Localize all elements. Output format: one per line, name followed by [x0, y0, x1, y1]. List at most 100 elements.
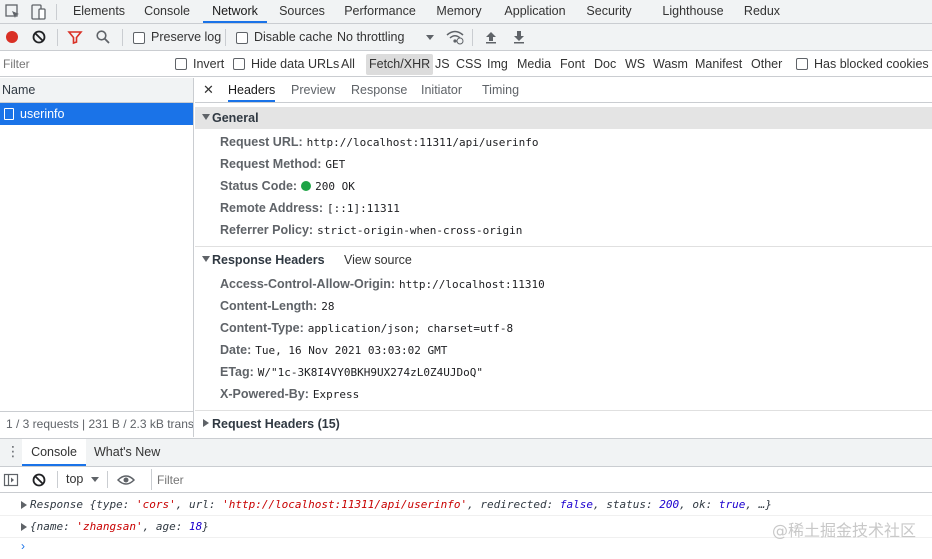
request-headers-title: Request Headers (15) — [212, 417, 340, 431]
general-row-request-url: Request URL: http://localhost:11311/api/u… — [220, 131, 538, 153]
tab-security[interactable]: Security — [581, 0, 637, 23]
type-filter-img[interactable]: Img — [484, 54, 511, 75]
header-key: Request Method: — [220, 157, 322, 171]
expand-triangle-icon[interactable] — [21, 501, 27, 509]
type-filter-doc[interactable]: Doc — [591, 54, 619, 75]
console-filter-input[interactable] — [151, 469, 932, 490]
context-selector[interactable]: top — [66, 472, 83, 486]
type-filter-ws[interactable]: WS — [622, 54, 648, 75]
filter-icon[interactable] — [67, 29, 83, 45]
console-object: Response {type: 'cors', url: 'http://loc… — [30, 494, 772, 516]
inspect-element-icon[interactable] — [4, 3, 22, 21]
import-har-icon[interactable] — [483, 29, 499, 45]
hide-data-urls-checkbox[interactable] — [233, 58, 245, 70]
response-header-row: X-Powered-By: Express — [220, 383, 359, 405]
tab-preview[interactable]: Preview — [291, 78, 335, 102]
tab-lighthouse[interactable]: Lighthouse — [655, 0, 731, 23]
type-filter-font[interactable]: Font — [557, 54, 588, 75]
devtools-tabbar: Elements Console Network Sources Perform… — [0, 0, 932, 24]
view-source-link[interactable]: View source — [344, 249, 412, 271]
tab-application[interactable]: Application — [497, 0, 573, 23]
details-tabbar: ✕ Headers Preview Response Initiator Tim… — [195, 78, 932, 103]
clear-console-icon[interactable] — [31, 472, 47, 491]
preserve-log-checkbox[interactable] — [133, 32, 145, 44]
network-conditions-icon[interactable] — [446, 29, 464, 45]
clear-icon[interactable] — [31, 29, 47, 45]
console-prompt-icon[interactable]: › — [21, 539, 25, 553]
type-filter-fetch-xhr[interactable]: Fetch/XHR — [366, 54, 434, 75]
console-object-body: {type: 'cors', url: 'http://localhost:11… — [89, 498, 772, 511]
response-headers-section-header[interactable]: Response Headers View source — [195, 249, 932, 271]
export-har-icon[interactable] — [511, 29, 527, 45]
filter-input[interactable] — [0, 53, 162, 75]
general-section-header[interactable]: General — [195, 107, 932, 129]
header-key: Request URL: — [220, 135, 303, 149]
expand-triangle-icon — [202, 256, 210, 262]
has-blocked-cookies-checkbox[interactable] — [796, 58, 808, 70]
tab-sources[interactable]: Sources — [274, 0, 330, 23]
status-ok-icon — [301, 181, 312, 191]
throttling-select[interactable]: No throttling — [337, 30, 404, 44]
tab-console[interactable]: Console — [137, 0, 197, 23]
tab-memory[interactable]: Memory — [430, 0, 488, 23]
header-key: Referrer Policy: — [220, 223, 314, 237]
console-log-line[interactable]: Response {type: 'cors', url: 'http://loc… — [0, 494, 932, 516]
console-object: {name: 'zhangsan', age: 18} — [30, 516, 209, 538]
header-key: Content-Type: — [220, 321, 304, 335]
tab-network[interactable]: Network — [203, 0, 267, 23]
response-header-row: Content-Type: application/json; charset=u… — [220, 317, 513, 339]
header-key: ETag: — [220, 365, 254, 379]
drawer-menu-icon[interactable]: ⋮ — [6, 444, 20, 458]
type-filter-manifest[interactable]: Manifest — [692, 54, 745, 75]
hide-data-urls-label: Hide data URLs — [251, 57, 340, 71]
header-value: W/"1c-3K8I4VY0BKH9UX274zL0Z4UJDoQ" — [257, 366, 483, 379]
watermark: @稀土掘金技术社区 — [771, 521, 916, 540]
sidebar-toggle-icon[interactable] — [3, 472, 19, 491]
request-headers-section-header[interactable]: Request Headers (15) — [195, 413, 932, 435]
expand-triangle-icon[interactable] — [21, 523, 27, 531]
tab-response[interactable]: Response — [351, 78, 407, 102]
chevron-down-icon[interactable] — [89, 472, 101, 489]
tab-headers[interactable]: Headers — [228, 78, 276, 102]
general-row-referrer-policy: Referrer Policy: strict-origin-when-cross… — [220, 219, 522, 241]
has-blocked-cookies-label: Has blocked cookies — [814, 57, 929, 71]
name-column-header[interactable]: Name — [0, 78, 193, 103]
console-object-type: Response — [30, 498, 90, 511]
header-key: Content-Length: — [220, 299, 318, 313]
context-label: top — [66, 472, 84, 486]
header-value: 200 OK — [315, 180, 355, 193]
type-filter-js[interactable]: JS — [432, 54, 453, 75]
tab-timing[interactable]: Timing — [482, 78, 519, 102]
tab-performance[interactable]: Performance — [338, 0, 422, 23]
invert-label: Invert — [193, 57, 225, 71]
request-row[interactable]: userinfo — [0, 103, 193, 125]
header-value: http://localhost:11311/api/userinfo — [306, 136, 539, 149]
record-icon[interactable] — [4, 29, 20, 45]
disable-cache-checkbox[interactable] — [236, 32, 248, 44]
collapsed-triangle-icon — [203, 419, 209, 427]
header-value: Express — [312, 388, 360, 401]
tab-initiator[interactable]: Initiator — [421, 78, 462, 102]
general-row-status-code: Status Code: 200 OK — [220, 175, 355, 197]
header-key: Access-Control-Allow-Origin: — [220, 277, 396, 291]
header-key: Date: — [220, 343, 252, 357]
type-filter-css[interactable]: CSS — [453, 54, 485, 75]
request-details: ✕ Headers Preview Response Initiator Tim… — [195, 78, 932, 437]
search-icon[interactable] — [95, 29, 111, 45]
device-toolbar-icon[interactable] — [29, 3, 47, 21]
response-header-row: Access-Control-Allow-Origin: http://local… — [220, 273, 545, 295]
tab-redux[interactable]: Redux — [740, 0, 784, 23]
invert-checkbox[interactable] — [175, 58, 187, 70]
drawer-tab-console[interactable]: Console — [22, 439, 86, 466]
tab-elements[interactable]: Elements — [68, 0, 130, 23]
close-icon[interactable]: ✕ — [203, 82, 214, 98]
type-filter-media[interactable]: Media — [514, 54, 554, 75]
type-filter-wasm[interactable]: Wasm — [650, 54, 691, 75]
type-filter-other[interactable]: Other — [748, 54, 785, 75]
type-filter-all[interactable]: All — [338, 54, 358, 75]
live-expression-eye-icon[interactable] — [116, 472, 136, 491]
drawer-tabbar: ⋮ Console What's New — [0, 439, 932, 467]
console-object-body: {name: 'zhangsan', age: 18} — [30, 520, 209, 533]
drawer-tab-whats-new[interactable]: What's New — [94, 439, 160, 466]
chevron-down-icon[interactable] — [422, 29, 438, 45]
